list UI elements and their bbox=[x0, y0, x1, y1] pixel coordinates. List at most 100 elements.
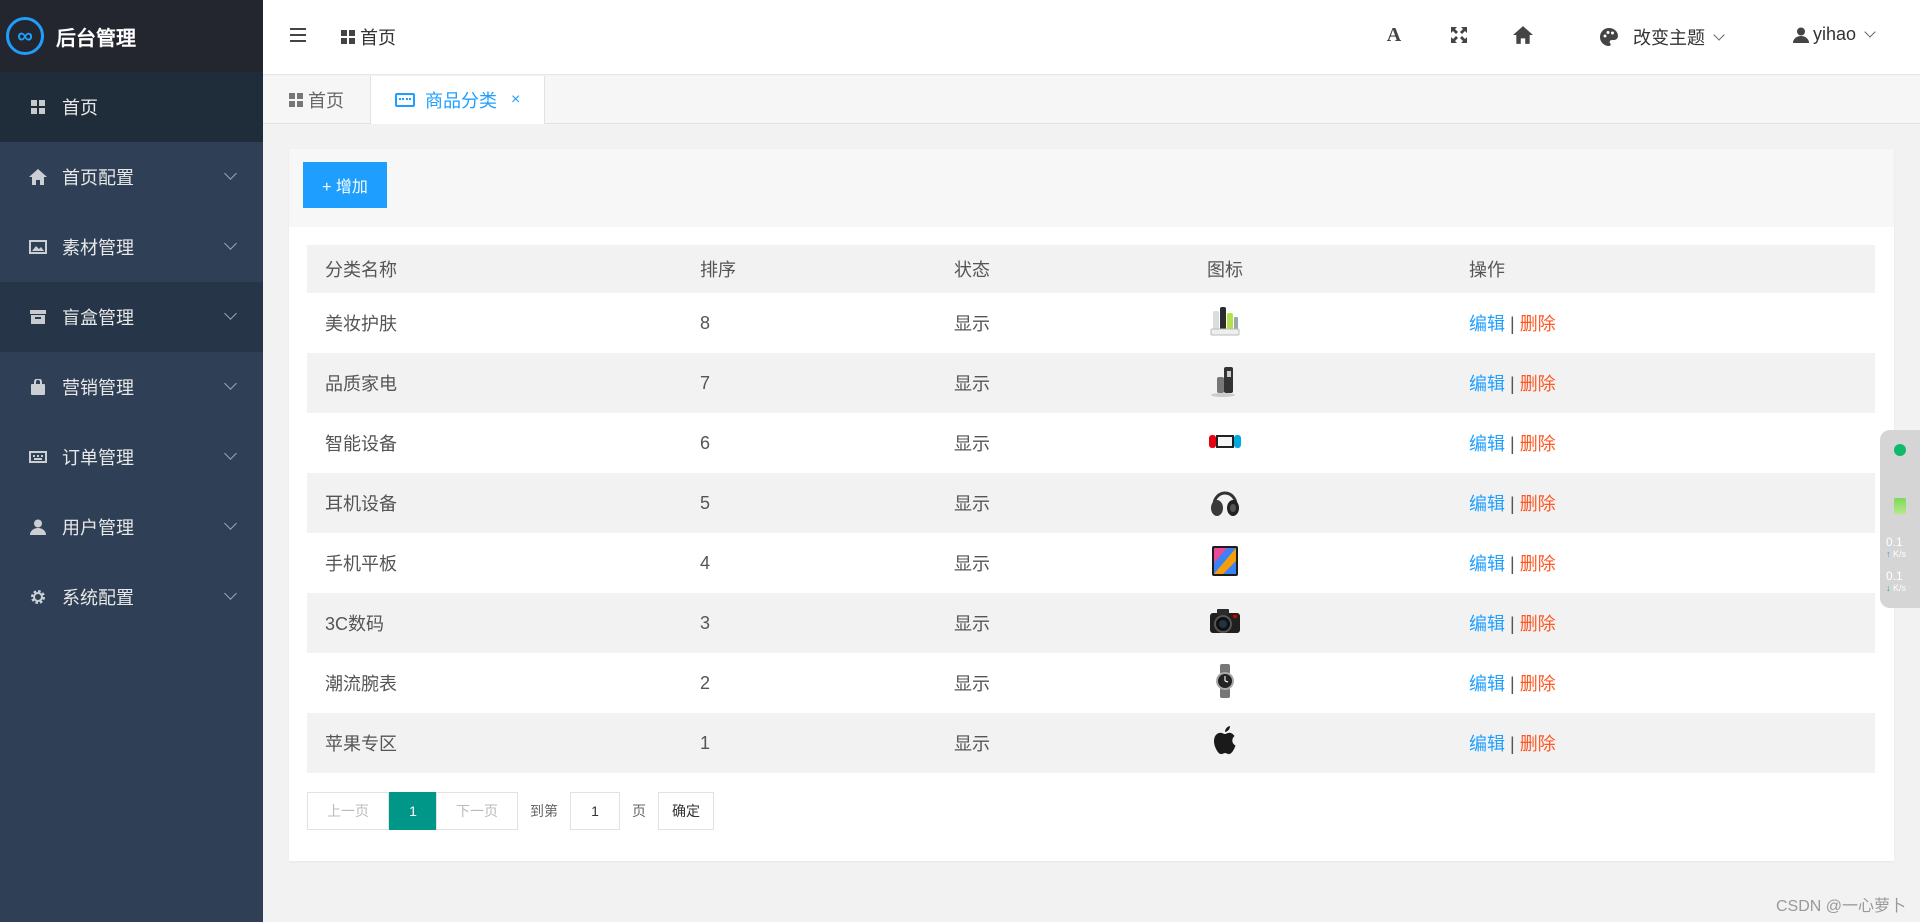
delete-link[interactable]: 删除 bbox=[1520, 314, 1556, 334]
column-header: 分类名称 bbox=[307, 245, 682, 293]
font-size-icon[interactable]: A bbox=[1383, 24, 1405, 46]
action-separator: | bbox=[1510, 434, 1515, 454]
goto-label: 到第 bbox=[530, 803, 558, 819]
theme-selector[interactable]: 改变主题 bbox=[1599, 24, 1725, 50]
action-separator: | bbox=[1510, 734, 1515, 754]
delete-link[interactable]: 删除 bbox=[1520, 734, 1556, 754]
user-menu[interactable]: yihao bbox=[1793, 24, 1876, 45]
actions-cell: 编辑 | 删除 bbox=[1451, 653, 1875, 713]
sidebar-item-system[interactable]: 系统配置 bbox=[0, 562, 263, 632]
table-row: 潮流腕表 2 显示 编辑 | 删除 bbox=[307, 653, 1875, 713]
logo[interactable]: ∞ 后台管理 bbox=[0, 0, 263, 72]
tab-category[interactable]: 商品分类 × bbox=[371, 76, 546, 124]
page-unit-label: 页 bbox=[632, 803, 646, 819]
delete-link[interactable]: 删除 bbox=[1520, 554, 1556, 574]
actions-cell: 编辑 | 删除 bbox=[1451, 293, 1875, 353]
chevron-down-icon bbox=[224, 377, 237, 390]
action-separator: | bbox=[1510, 554, 1515, 574]
sidebar-item-marketing[interactable]: 营销管理 bbox=[0, 352, 263, 422]
column-header: 排序 bbox=[682, 245, 936, 293]
category-icon-cell bbox=[1189, 713, 1451, 773]
download-speed: 0.1 ↓ K/s bbox=[1886, 570, 1906, 594]
delete-link[interactable]: 删除 bbox=[1520, 674, 1556, 694]
edit-link[interactable]: 编辑 bbox=[1469, 734, 1505, 754]
category-sort: 4 bbox=[700, 552, 711, 573]
edit-link[interactable]: 编辑 bbox=[1469, 674, 1505, 694]
category-status: 显示 bbox=[936, 353, 1189, 413]
bag-icon bbox=[28, 377, 48, 397]
menu-toggle-icon[interactable] bbox=[290, 28, 306, 42]
grid-icon bbox=[28, 97, 48, 117]
camera-icon bbox=[1207, 603, 1243, 639]
chevron-down-icon bbox=[224, 307, 237, 320]
chevron-down-icon bbox=[224, 167, 237, 180]
breadcrumb[interactable]: 首页 bbox=[341, 24, 396, 50]
category-status: 显示 bbox=[954, 314, 990, 334]
category-icon-cell bbox=[1189, 593, 1451, 653]
sidebar-item-material[interactable]: 素材管理 bbox=[0, 212, 263, 282]
category-name: 智能设备 bbox=[325, 434, 397, 454]
network-monitor-widget[interactable]: 0.1 ↑ K/s 0.1 ↓ K/s bbox=[1880, 430, 1920, 608]
upload-value: 0.1 bbox=[1886, 535, 1903, 549]
goto-confirm-button[interactable]: 确定 bbox=[658, 792, 714, 830]
next-page-button[interactable]: 下一页 bbox=[436, 792, 518, 830]
category-name: 品质家电 bbox=[307, 353, 682, 413]
gear-icon bbox=[28, 587, 48, 607]
edit-link[interactable]: 编辑 bbox=[1469, 374, 1505, 394]
action-separator: | bbox=[1510, 674, 1515, 694]
category-status: 显示 bbox=[954, 674, 990, 694]
cosmetics-icon bbox=[1207, 303, 1243, 339]
app-title: 后台管理 bbox=[56, 27, 136, 50]
keyboard-icon bbox=[28, 447, 48, 467]
delete-link[interactable]: 删除 bbox=[1520, 614, 1556, 634]
prev-page-button[interactable]: 上一页 bbox=[307, 792, 389, 830]
action-separator: | bbox=[1510, 374, 1515, 394]
sidebar-item-orders[interactable]: 订单管理 bbox=[0, 422, 263, 492]
category-status: 显示 bbox=[954, 554, 990, 574]
delete-link[interactable]: 删除 bbox=[1520, 374, 1556, 394]
fullscreen-icon[interactable] bbox=[1448, 24, 1470, 46]
actions-cell: 编辑 | 删除 bbox=[1451, 533, 1875, 593]
sidebar-item-label: 订单管理 bbox=[62, 448, 134, 468]
edit-link[interactable]: 编辑 bbox=[1469, 554, 1505, 574]
current-page[interactable]: 1 bbox=[389, 792, 437, 830]
add-button[interactable]: + 增加 bbox=[303, 162, 387, 208]
download-value: 0.1 bbox=[1886, 569, 1903, 583]
column-header: 图标 bbox=[1189, 245, 1451, 293]
category-icon-cell bbox=[1189, 293, 1451, 353]
close-icon[interactable]: × bbox=[511, 91, 520, 109]
category-sort: 2 bbox=[700, 672, 711, 693]
keyboard-icon bbox=[395, 93, 415, 107]
chevron-down-icon bbox=[224, 447, 237, 460]
category-status: 显示 bbox=[936, 593, 1189, 653]
table-row: 美妆护肤 8 显示 编辑 | 删除 bbox=[307, 293, 1875, 353]
tab-label: 商品分类 bbox=[425, 91, 497, 111]
sidebar-item-home[interactable]: 首页 bbox=[0, 72, 263, 142]
palette-icon bbox=[1599, 27, 1619, 47]
game-console-icon bbox=[1207, 423, 1243, 459]
box-icon bbox=[28, 307, 48, 327]
username: yihao bbox=[1813, 24, 1857, 44]
edit-link[interactable]: 编辑 bbox=[1469, 494, 1505, 514]
sidebar-item-home-config[interactable]: 首页配置 bbox=[0, 142, 263, 212]
sidebar-item-blindbox[interactable]: 盲盒管理 bbox=[0, 282, 263, 352]
edit-link[interactable]: 编辑 bbox=[1469, 314, 1505, 334]
delete-link[interactable]: 删除 bbox=[1520, 494, 1556, 514]
edit-link[interactable]: 编辑 bbox=[1469, 434, 1505, 454]
home-icon[interactable] bbox=[1512, 24, 1534, 46]
column-header: 状态 bbox=[936, 245, 1189, 293]
category-status: 显示 bbox=[936, 473, 1189, 533]
watch-icon bbox=[1207, 663, 1243, 699]
tab-home[interactable]: 首页 bbox=[263, 76, 371, 124]
edit-link[interactable]: 编辑 bbox=[1469, 614, 1505, 634]
sidebar-item-label: 首页配置 bbox=[62, 168, 134, 188]
action-separator: | bbox=[1510, 614, 1515, 634]
page-tabs: 首页 商品分类 × bbox=[263, 76, 1920, 124]
theme-label: 改变主题 bbox=[1633, 28, 1705, 48]
sidebar-item-users[interactable]: 用户管理 bbox=[0, 492, 263, 562]
grid-icon bbox=[289, 93, 303, 107]
delete-link[interactable]: 删除 bbox=[1520, 434, 1556, 454]
chevron-down-icon bbox=[224, 237, 237, 250]
goto-page-input[interactable]: 1 bbox=[570, 792, 620, 830]
sidebar-item-label: 首页 bbox=[62, 98, 98, 118]
